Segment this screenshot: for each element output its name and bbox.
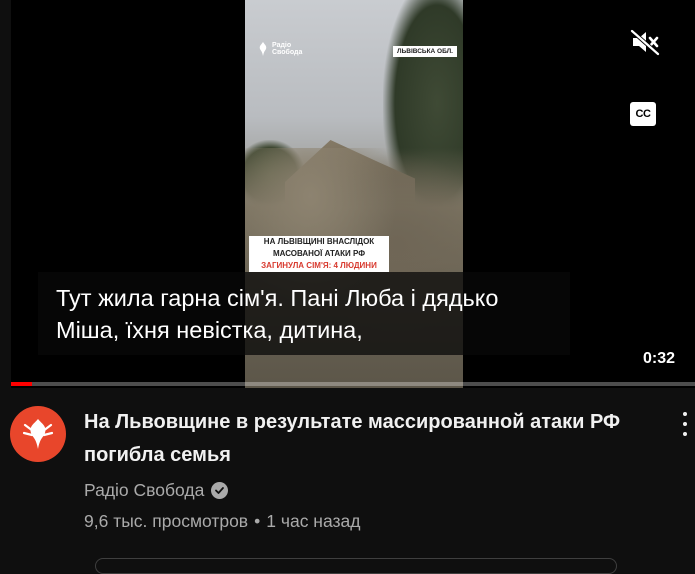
closed-caption: Тут жила гарна сім'я. Пані Люба і дядько…: [38, 272, 570, 355]
volume-muted-icon: [630, 29, 660, 56]
video-player[interactable]: Радіо Свобода ЛЬВІВСЬКА ОБЛ. НА ЛЬВІВЩИН…: [11, 0, 695, 388]
video-title[interactable]: На Львовщине в результате массированной …: [84, 406, 662, 472]
time-display: 0:32: [643, 350, 676, 367]
subtitles-button[interactable]: CC: [630, 102, 656, 126]
caption-line: Міша, їхня невістка, дитина,: [56, 317, 363, 343]
headline-line: НА ЛЬВІВЩИНІ ВНАСЛІДОК: [249, 236, 389, 248]
dot: [683, 412, 687, 416]
logo-text: Радіо Свобода: [272, 42, 303, 56]
dot: [683, 432, 687, 436]
video-details: На Львовщине в результате массированной …: [0, 388, 695, 574]
caption-line: Тут жила гарна сім'я. Пані Люба і дядько: [56, 285, 499, 311]
separator-dot: •: [254, 511, 261, 531]
view-count: 9,6 тыс. просмотров: [84, 511, 249, 531]
channel-row[interactable]: Радіо Свобода: [84, 480, 229, 501]
video-headline: НА ЛЬВІВЩИНІ ВНАСЛІДОК МАСОВАНОЇ АТАКИ Р…: [249, 236, 389, 272]
torch-logo-icon: [23, 419, 53, 449]
upload-age: 1 час назад: [266, 511, 361, 531]
headline-line: МАСОВАНОЇ АТАКИ РФ: [249, 248, 389, 260]
headline-accent: ЗАГИНУЛА СІМ'Я: 4 ЛЮДИНИ: [249, 260, 389, 272]
channel-avatar[interactable]: [10, 406, 66, 462]
video-stats: 9,6 тыс. просмотров • 1 час назад: [84, 511, 360, 532]
dot: [683, 422, 687, 426]
progress-fill: [11, 382, 32, 386]
verified-check-icon: [211, 482, 229, 499]
region-label: ЛЬВІВСЬКА ОБЛ.: [393, 46, 457, 57]
mute-button[interactable]: [629, 27, 661, 57]
radio-svoboda-logo: Радіо Свобода: [257, 42, 312, 56]
channel-name[interactable]: Радіо Свобода: [84, 480, 204, 501]
more-options-icon[interactable]: [676, 412, 694, 436]
torch-icon: [259, 42, 267, 56]
action-button-edge[interactable]: [95, 558, 617, 574]
progress-bar[interactable]: [11, 382, 695, 386]
